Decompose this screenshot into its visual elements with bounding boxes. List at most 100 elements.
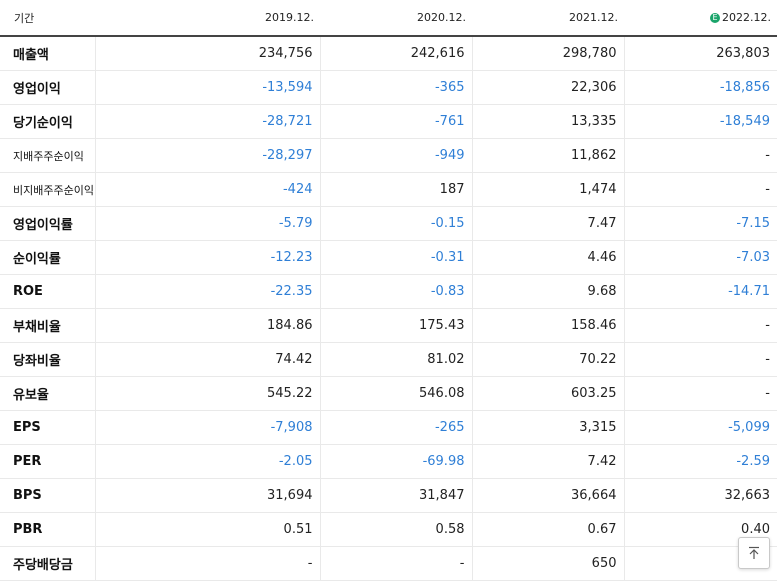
row-label: 지배주주순이익	[0, 138, 96, 173]
table-row: 당좌비율 74.42 81.02 70.22-	[0, 342, 777, 377]
cell-value: 4.46	[472, 240, 625, 275]
cell-value: 0.51	[95, 512, 321, 547]
cell-value: -2.05	[95, 444, 321, 479]
cell-value: -14.71	[624, 274, 777, 309]
cell-value: -0.15	[320, 206, 473, 241]
cell-value: 545.22	[95, 376, 321, 411]
table-row: 주당배당금--6504	[0, 546, 777, 581]
table-row: 유보율 545.22 546.08 603.25-	[0, 376, 777, 411]
cell-value: 7.47	[472, 206, 625, 241]
table-row: EPS -7,908 -265 3,315 -5,099	[0, 410, 777, 445]
year-header-estimate: E 2022.12.	[624, 0, 777, 37]
cell-value: 11,862	[472, 138, 625, 173]
table-row: 지배주주순이익 -28,297 -949 11,862-	[0, 138, 777, 173]
cell-value: -949	[320, 138, 473, 173]
cell-value: -265	[320, 410, 473, 445]
cell-value: 263,803	[624, 36, 777, 71]
cell-value: -0.31	[320, 240, 473, 275]
cell-value: -	[624, 376, 777, 411]
table-row: 부채비율 184.86 175.43 158.46-	[0, 308, 777, 343]
cell-value: 1,474	[472, 172, 625, 207]
cell-value: 74.42	[95, 342, 321, 377]
year-header: 2020.12.	[320, 0, 472, 37]
row-label: 당좌비율	[0, 342, 96, 377]
cell-value: 70.22	[472, 342, 625, 377]
table-row: PER -2.05 -69.98 7.42 -2.59	[0, 444, 777, 479]
cell-value: 31,847	[320, 478, 473, 513]
scroll-to-top-button[interactable]	[738, 537, 770, 569]
header-row: 기간 2019.12. 2020.12. 2021.12. E 2022.12.	[0, 0, 777, 37]
table-row: 순이익률 -12.23 -0.31 4.46 -7.03	[0, 240, 777, 275]
cell-value: -	[624, 308, 777, 343]
cell-value: -424	[95, 172, 321, 207]
arrow-up-to-top-icon	[749, 546, 759, 559]
row-label: 유보율	[0, 376, 96, 411]
table-row: BPS 31,694 31,847 36,664 32,663	[0, 478, 777, 513]
cell-value: -	[624, 138, 777, 173]
year-header: 2021.12.	[472, 0, 624, 37]
row-label: ROE	[0, 274, 96, 309]
cell-value: 175.43	[320, 308, 473, 343]
year-header: 2019.12.	[95, 0, 320, 37]
row-label: BPS	[0, 478, 96, 513]
cell-value: -22.35	[95, 274, 321, 309]
row-label: 주당배당금	[0, 546, 96, 581]
row-label: EPS	[0, 410, 96, 445]
row-label: 순이익률	[0, 240, 96, 275]
cell-value: 36,664	[472, 478, 625, 513]
cell-value: -7.03	[624, 240, 777, 275]
cell-value: 650	[472, 546, 625, 581]
cell-value: -	[320, 546, 473, 581]
row-label: 영업이익률	[0, 206, 96, 241]
cell-value: -7,908	[95, 410, 321, 445]
cell-value: 3,315	[472, 410, 625, 445]
cell-value: 32,663	[624, 478, 777, 513]
table-row: 매출액 234,756 242,616 298,780 263,803	[0, 36, 777, 71]
cell-value: 31,694	[95, 478, 321, 513]
cell-value: 546.08	[320, 376, 473, 411]
cell-value: 187	[320, 172, 473, 207]
cell-value: -28,721	[95, 104, 321, 139]
year-header-label: 2022.12.	[722, 11, 771, 24]
financial-summary-panel: 기간 2019.12. 2020.12. 2021.12. E 2022.12. …	[0, 0, 777, 581]
cell-value: -0.83	[320, 274, 473, 309]
financial-table: 기간 2019.12. 2020.12. 2021.12. E 2022.12. …	[0, 0, 777, 581]
row-label: 매출액	[0, 36, 96, 71]
cell-value: 298,780	[472, 36, 625, 71]
row-label: 당기순이익	[0, 104, 96, 139]
cell-value: -18,856	[624, 70, 777, 105]
table-row: ROE -22.35 -0.83 9.68 -14.71	[0, 274, 777, 309]
cell-value: -7.15	[624, 206, 777, 241]
cell-value: -5,099	[624, 410, 777, 445]
cell-value: -365	[320, 70, 473, 105]
row-label: 부채비율	[0, 308, 96, 343]
cell-value: 13,335	[472, 104, 625, 139]
cell-value: 184.86	[95, 308, 321, 343]
cell-value: 0.58	[320, 512, 473, 547]
cell-value: 234,756	[95, 36, 321, 71]
estimate-badge-icon: E	[710, 13, 721, 23]
table-row: 영업이익률 -5.79 -0.15 7.47 -7.15	[0, 206, 777, 241]
cell-value: 603.25	[472, 376, 625, 411]
cell-value: -	[624, 342, 777, 377]
cell-value: -	[95, 546, 321, 581]
cell-value: -69.98	[320, 444, 473, 479]
cell-value: 22,306	[472, 70, 625, 105]
table-row: 당기순이익 -28,721 -761 13,335 -18,549	[0, 104, 777, 139]
cell-value: -12.23	[95, 240, 321, 275]
row-label: PER	[0, 444, 96, 479]
cell-value: -	[624, 172, 777, 207]
cell-value: 242,616	[320, 36, 473, 71]
cell-value: -5.79	[95, 206, 321, 241]
cell-value: 158.46	[472, 308, 625, 343]
row-label: 영업이익	[0, 70, 96, 105]
cell-value: 7.42	[472, 444, 625, 479]
cell-value: -13,594	[95, 70, 321, 105]
cell-value: 9.68	[472, 274, 625, 309]
row-label: PBR	[0, 512, 96, 547]
cell-value: 0.67	[472, 512, 625, 547]
table-row: PBR 0.51 0.58 0.67 0.40	[0, 512, 777, 547]
cell-value: -2.59	[624, 444, 777, 479]
table-row: 영업이익 -13,594 -365 22,306 -18,856	[0, 70, 777, 105]
cell-value: -761	[320, 104, 473, 139]
